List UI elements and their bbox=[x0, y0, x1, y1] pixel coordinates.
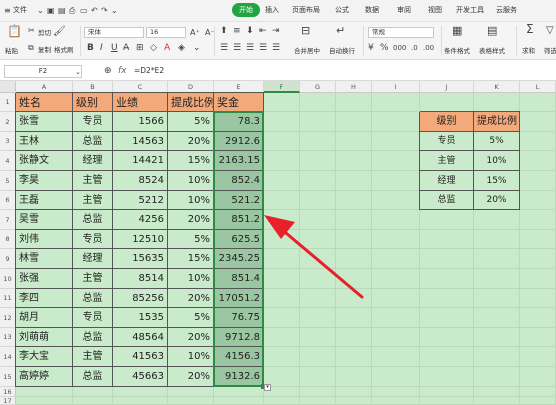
font-name-select[interactable]: 宋体 bbox=[84, 27, 144, 38]
align-middle-icon[interactable]: ≡ bbox=[233, 27, 241, 36]
indent-increase-icon[interactable]: ⇥ bbox=[272, 27, 280, 36]
sum-icon[interactable]: Σ bbox=[526, 23, 534, 35]
format-painter-button[interactable]: 格式刷 bbox=[54, 44, 74, 54]
print-preview-icon[interactable]: ▭ bbox=[80, 6, 88, 15]
font-grow-icon[interactable]: A⁺ bbox=[190, 28, 200, 37]
tab-cloud[interactable]: 云服务 bbox=[496, 5, 517, 15]
align-center-icon[interactable]: ☰ bbox=[233, 44, 241, 53]
number-format-select[interactable]: 常规 bbox=[368, 27, 434, 38]
chevron-down-icon[interactable]: ⌄ bbox=[193, 44, 201, 53]
red-arrow-annotation bbox=[264, 215, 364, 299]
tab-formulas[interactable]: 公式 bbox=[335, 5, 349, 15]
strikethrough-icon[interactable]: A̶ bbox=[123, 44, 129, 53]
tab-developer[interactable]: 开发工具 bbox=[456, 5, 484, 15]
redo-icon[interactable]: ↷ bbox=[101, 6, 108, 15]
clear-format-icon[interactable]: ◈ bbox=[178, 44, 185, 53]
divider bbox=[363, 26, 364, 56]
file-menu[interactable]: 文件 bbox=[13, 5, 27, 15]
divider bbox=[214, 26, 215, 56]
table-style-icon[interactable]: ▤ bbox=[487, 25, 497, 36]
italic-icon[interactable]: I bbox=[100, 44, 103, 53]
ribbon: 📋 粘贴 ✂ 剪切 ⧉ 复制 🖌 格式刷 宋体 16 A⁺ A⁻ B I U A… bbox=[0, 22, 556, 60]
hamburger-icon[interactable]: ≡ bbox=[4, 6, 11, 15]
decrease-decimal-icon[interactable]: .00 bbox=[423, 44, 434, 53]
tab-view[interactable]: 视图 bbox=[428, 5, 442, 15]
justify-icon[interactable]: ☰ bbox=[259, 44, 267, 53]
conditional-format-icon[interactable]: ▦ bbox=[452, 25, 462, 36]
divider bbox=[516, 26, 517, 56]
bold-icon[interactable]: B bbox=[87, 44, 94, 53]
sum-button[interactable]: 求和 bbox=[522, 45, 535, 55]
scissors-icon[interactable]: ✂ bbox=[28, 26, 35, 35]
copy-button[interactable]: 复制 bbox=[38, 44, 51, 54]
conditional-format-button[interactable]: 条件格式 bbox=[444, 45, 470, 55]
format-painter-icon[interactable]: 🖌 bbox=[53, 27, 66, 37]
paste-icon[interactable]: 📋 bbox=[7, 25, 22, 37]
align-left-icon[interactable]: ☰ bbox=[220, 44, 228, 53]
table-style-button[interactable]: 表格样式 bbox=[479, 45, 505, 55]
font-color-icon[interactable]: A bbox=[164, 44, 170, 53]
name-box[interactable]: F2 bbox=[4, 65, 82, 78]
formula-input[interactable]: =D2*E2 bbox=[131, 65, 554, 78]
chevron-down-icon[interactable]: ⌄ bbox=[37, 6, 44, 15]
menu-bar: ≡ 文件 ⌄ ▣ ▤ ⎙ ▭ ↶ ↷ ⌄ 开始 插入 页面布局 公式 数据 审阅… bbox=[0, 0, 556, 22]
thousands-icon[interactable]: 000 bbox=[393, 44, 406, 53]
increase-decimal-icon[interactable]: .0 bbox=[411, 44, 418, 53]
tab-data[interactable]: 数据 bbox=[365, 5, 379, 15]
tab-home[interactable]: 开始 bbox=[232, 3, 260, 17]
tab-page-layout[interactable]: 页面布局 bbox=[292, 5, 320, 15]
fx-icon[interactable]: fx bbox=[118, 66, 127, 76]
font-size-select[interactable]: 16 bbox=[146, 27, 186, 38]
fill-color-icon[interactable]: ◇ bbox=[150, 44, 157, 53]
merge-center-button[interactable]: 合并居中 bbox=[294, 45, 320, 55]
copy-icon[interactable]: ⧉ bbox=[28, 43, 34, 52]
align-right-icon[interactable]: ☰ bbox=[246, 44, 254, 53]
paste-button[interactable]: 粘贴 bbox=[5, 45, 18, 55]
tab-review[interactable]: 审阅 bbox=[397, 5, 411, 15]
align-top-icon[interactable]: ⬆ bbox=[220, 27, 228, 36]
merge-center-icon[interactable]: ⊟ bbox=[301, 25, 310, 36]
wrap-text-button[interactable]: 自动换行 bbox=[329, 45, 355, 55]
filter-button[interactable]: 筛选 bbox=[544, 45, 556, 55]
spreadsheet-grid[interactable]: ABCDEFGHIJKLM 1234567891011121314151617 … bbox=[0, 81, 556, 405]
chevron-down-icon[interactable]: ⌄ bbox=[75, 68, 81, 77]
align-bottom-icon[interactable]: ⬇ bbox=[246, 27, 254, 36]
print-icon[interactable]: ⎙ bbox=[69, 6, 75, 15]
wrap-text-icon[interactable]: ↵ bbox=[336, 25, 345, 36]
divider bbox=[441, 26, 442, 56]
currency-icon[interactable]: ¥ bbox=[368, 44, 374, 53]
save-icon[interactable]: ▤ bbox=[58, 6, 66, 15]
open-file-icon[interactable]: ▣ bbox=[47, 6, 55, 15]
percent-icon[interactable]: % bbox=[380, 44, 389, 53]
border-icon[interactable]: ⊞ bbox=[136, 44, 144, 53]
filter-icon[interactable]: ▽ bbox=[546, 26, 554, 36]
formula-bar: F2 ⌄ ⊕ fx =D2*E2 bbox=[0, 62, 556, 81]
distributed-icon[interactable]: ☰ bbox=[272, 44, 280, 53]
zoom-icon[interactable]: ⊕ bbox=[104, 67, 112, 76]
tab-insert[interactable]: 插入 bbox=[265, 5, 279, 15]
cut-button[interactable]: 剪切 bbox=[38, 27, 51, 37]
indent-decrease-icon[interactable]: ⇤ bbox=[259, 27, 267, 36]
divider bbox=[80, 26, 81, 56]
chevron-down-icon[interactable]: ⌄ bbox=[111, 6, 118, 15]
undo-icon[interactable]: ↶ bbox=[91, 6, 98, 15]
underline-icon[interactable]: U bbox=[111, 44, 118, 53]
